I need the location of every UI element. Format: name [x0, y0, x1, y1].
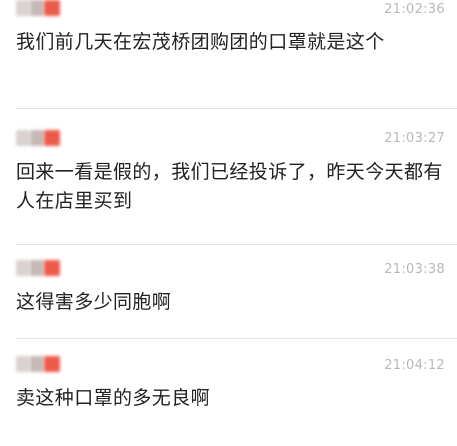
chat-message-list: 21:02:36 我们前几天在宏茂桥团购团的口罩就是这个 21:03:27 回来… — [0, 0, 457, 446]
message-divider — [16, 244, 457, 245]
blurred-username — [14, 130, 66, 148]
message-item: 21:03:27 回来一看是假的，我们已经投诉了，昨天今天都有人在店里买到 — [0, 110, 457, 244]
message-timestamp: 21:03:38 — [384, 262, 445, 277]
blurred-username — [14, 356, 66, 374]
message-timestamp: 21:03:27 — [384, 131, 445, 146]
message-item: 21:02:36 我们前几天在宏茂桥团购团的口罩就是这个 — [0, 0, 457, 108]
blurred-username — [14, 260, 66, 278]
message-divider — [16, 338, 457, 339]
message-text: 我们前几天在宏茂桥团购团的口罩就是这个 — [16, 31, 385, 53]
message-timestamp: 21:02:36 — [384, 2, 445, 17]
message-item: 21:03:38 这得害多少同胞啊 — [0, 246, 457, 338]
message-text: 回来一看是假的，我们已经投诉了，昨天今天都有人在店里买到 — [16, 161, 443, 212]
message-text: 这得害多少同胞啊 — [16, 291, 172, 313]
message-item: 21:04:12 卖这种口罩的多无良啊 — [0, 340, 457, 446]
message-timestamp: 21:04:12 — [384, 358, 445, 373]
message-divider — [16, 108, 457, 109]
message-text: 卖这种口罩的多无良啊 — [16, 387, 211, 409]
blurred-username — [14, 0, 66, 18]
